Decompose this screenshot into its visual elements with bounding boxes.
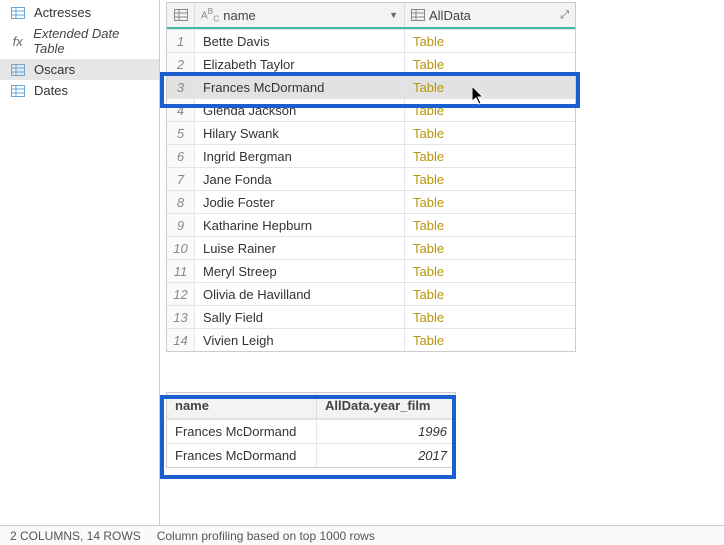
table-icon <box>10 6 26 20</box>
status-columns-rows: 2 COLUMNS, 14 ROWS <box>10 529 141 543</box>
preview-cell-name: Frances McDormand <box>167 419 317 443</box>
cell-alldata[interactable]: Table <box>405 145 575 167</box>
preview-header-name[interactable]: name <box>167 393 317 419</box>
cell-alldata[interactable]: Table <box>405 76 575 98</box>
row-number: 3 <box>167 76 195 98</box>
cell-name[interactable]: Bette Davis <box>195 30 405 52</box>
table-row[interactable]: 8 Jodie Foster Table <box>167 190 575 213</box>
table-row[interactable]: 9 Katharine Hepburn Table <box>167 213 575 236</box>
row-number: 2 <box>167 53 195 75</box>
cell-name[interactable]: Glenda Jackson <box>195 99 405 121</box>
cell-alldata[interactable]: Table <box>405 99 575 121</box>
expand-icon[interactable]: ⤢ <box>560 9 569 22</box>
table-row[interactable]: 5 Hilary Swank Table <box>167 121 575 144</box>
row-number: 5 <box>167 122 195 144</box>
cell-alldata[interactable]: Table <box>405 260 575 282</box>
status-bar: 2 COLUMNS, 14 ROWS Column profiling base… <box>0 525 724 545</box>
table-icon <box>174 9 188 21</box>
table-row[interactable]: 1 Bette Davis Table <box>167 29 575 52</box>
preview-cell-name: Frances McDormand <box>167 443 317 467</box>
sidebar-item-extended-date-table[interactable]: fx Extended Date Table <box>0 23 159 59</box>
table-icon <box>10 84 26 98</box>
fx-icon: fx <box>10 34 25 48</box>
cell-alldata[interactable]: Table <box>405 306 575 328</box>
cell-name[interactable]: Sally Field <box>195 306 405 328</box>
preview-header-row: name AllData.year_film <box>167 393 455 419</box>
table-row[interactable]: 14 Vivien Leigh Table <box>167 328 575 351</box>
cell-alldata[interactable]: Table <box>405 329 575 351</box>
cell-alldata[interactable]: Table <box>405 168 575 190</box>
row-index-header[interactable] <box>167 3 195 27</box>
preview-cell-year: 1996 <box>317 419 455 443</box>
cell-alldata[interactable]: Table <box>405 214 575 236</box>
row-number: 14 <box>167 329 195 351</box>
cell-name[interactable]: Luise Rainer <box>195 237 405 259</box>
cell-alldata[interactable]: Table <box>405 283 575 305</box>
table-icon <box>10 63 26 77</box>
table-row[interactable]: 11 Meryl Streep Table <box>167 259 575 282</box>
cell-name[interactable]: Hilary Swank <box>195 122 405 144</box>
cell-name[interactable]: Jodie Foster <box>195 191 405 213</box>
queries-sidebar: Actresses fx Extended Date Table Oscars … <box>0 0 160 525</box>
sidebar-item-label: Dates <box>34 83 68 98</box>
cell-name[interactable]: Elizabeth Taylor <box>195 53 405 75</box>
cell-name[interactable]: Olivia de Havilland <box>195 283 405 305</box>
cell-name[interactable]: Vivien Leigh <box>195 329 405 351</box>
column-label: AllData <box>429 8 471 23</box>
table-row[interactable]: 4 Glenda Jackson Table <box>167 98 575 121</box>
data-grid: ABC name ▼ AllData ⤢ 1 Bette Davis Table <box>166 2 576 352</box>
sidebar-item-actresses[interactable]: Actresses <box>0 2 159 23</box>
sidebar-item-dates[interactable]: Dates <box>0 80 159 101</box>
grid-header-row: ABC name ▼ AllData ⤢ <box>167 3 575 29</box>
cell-name[interactable]: Jane Fonda <box>195 168 405 190</box>
row-number: 12 <box>167 283 195 305</box>
table-type-icon <box>411 9 425 21</box>
column-label: name <box>223 8 256 23</box>
row-number: 11 <box>167 260 195 282</box>
table-row[interactable]: 12 Olivia de Havilland Table <box>167 282 575 305</box>
table-row[interactable]: 10 Luise Rainer Table <box>167 236 575 259</box>
row-number: 1 <box>167 30 195 52</box>
content-area: ABC name ▼ AllData ⤢ 1 Bette Davis Table <box>160 0 724 525</box>
preview-table: name AllData.year_film Frances McDormand… <box>166 392 456 468</box>
sidebar-item-oscars[interactable]: Oscars <box>0 59 159 80</box>
row-number: 9 <box>167 214 195 236</box>
cell-name[interactable]: Katharine Hepburn <box>195 214 405 236</box>
row-number: 7 <box>167 168 195 190</box>
table-row[interactable]: 6 Ingrid Bergman Table <box>167 144 575 167</box>
sidebar-item-label: Oscars <box>34 62 75 77</box>
dropdown-icon[interactable]: ▼ <box>389 10 398 20</box>
table-row[interactable]: 2 Elizabeth Taylor Table <box>167 52 575 75</box>
preview-row[interactable]: Frances McDormand 1996 <box>167 419 455 443</box>
row-number: 10 <box>167 237 195 259</box>
row-number: 4 <box>167 99 195 121</box>
cell-alldata[interactable]: Table <box>405 53 575 75</box>
table-row[interactable]: 7 Jane Fonda Table <box>167 167 575 190</box>
cell-alldata[interactable]: Table <box>405 122 575 144</box>
cell-alldata[interactable]: Table <box>405 191 575 213</box>
table-row[interactable]: 13 Sally Field Table <box>167 305 575 328</box>
preview-header-year[interactable]: AllData.year_film <box>317 393 455 419</box>
preview-row[interactable]: Frances McDormand 2017 <box>167 443 455 467</box>
sidebar-item-label: Actresses <box>34 5 91 20</box>
cell-name[interactable]: Ingrid Bergman <box>195 145 405 167</box>
sidebar-item-label: Extended Date Table <box>33 26 149 56</box>
preview-cell-year: 2017 <box>317 443 455 467</box>
cell-name[interactable]: Frances McDormand <box>195 76 405 98</box>
text-type-icon: ABC <box>201 6 219 23</box>
row-number: 13 <box>167 306 195 328</box>
status-profiling: Column profiling based on top 1000 rows <box>157 529 375 543</box>
row-number: 6 <box>167 145 195 167</box>
cell-alldata[interactable]: Table <box>405 237 575 259</box>
column-header-name[interactable]: ABC name ▼ <box>195 3 405 27</box>
column-header-alldata[interactable]: AllData ⤢ <box>405 3 575 27</box>
row-number: 8 <box>167 191 195 213</box>
cell-name[interactable]: Meryl Streep <box>195 260 405 282</box>
table-row-selected[interactable]: 3 Frances McDormand Table <box>167 75 575 98</box>
cell-alldata[interactable]: Table <box>405 30 575 52</box>
